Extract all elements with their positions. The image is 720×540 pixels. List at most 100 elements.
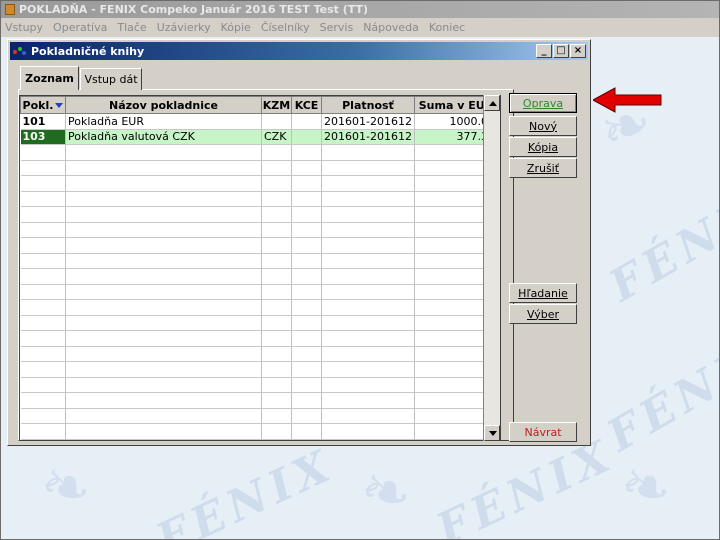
empty-cell	[291, 299, 322, 316]
empty-cell	[321, 377, 415, 393]
empty-cell	[261, 191, 292, 207]
table-row-empty[interactable]	[20, 392, 498, 409]
table-row-empty[interactable]	[20, 175, 498, 192]
empty-cell	[261, 268, 292, 285]
empty-cell	[65, 175, 262, 192]
cell-kce	[291, 113, 322, 130]
empty-cell	[20, 206, 66, 223]
arrow-down-icon	[489, 431, 497, 436]
menu-koniec[interactable]: Koniec	[429, 21, 465, 34]
empty-cell	[65, 237, 262, 254]
table-row-empty[interactable]	[20, 144, 498, 161]
table-row-empty[interactable]	[20, 346, 498, 362]
empty-cell	[20, 253, 66, 269]
column-header-platnost[interactable]: Platnosť	[321, 96, 415, 114]
empty-cell	[261, 361, 292, 378]
empty-cell	[65, 330, 262, 347]
select-button[interactable]: Výber	[509, 304, 577, 324]
app-icon	[5, 4, 15, 15]
window-title-bar[interactable]: Pokladničné knihy _ □ ×	[10, 42, 588, 60]
column-header-pokl[interactable]: Pokl.	[20, 96, 66, 114]
table-row-empty[interactable]	[20, 315, 498, 331]
application-window: POKLADŇA - FENIX Compeko Január 2016 TES…	[0, 0, 720, 540]
empty-cell	[291, 330, 322, 347]
menu-tlace[interactable]: Tlače	[117, 21, 146, 34]
empty-cell	[291, 377, 322, 393]
fenix-logo-icon: ❧	[352, 451, 420, 533]
restore-button[interactable]: □	[553, 44, 569, 58]
empty-cell	[65, 160, 262, 176]
table-row-empty[interactable]	[20, 330, 498, 347]
empty-cell	[291, 346, 322, 362]
empty-cell	[65, 423, 262, 440]
new-button[interactable]: Nový	[509, 116, 577, 136]
menu-vstupy[interactable]: Vstupy	[5, 21, 43, 34]
menu-operativa[interactable]: Operatíva	[53, 21, 107, 34]
empty-cell	[65, 361, 262, 378]
column-header-kzm[interactable]: KZM	[261, 96, 292, 114]
empty-cell	[65, 144, 262, 161]
table-row[interactable]: 101 Pokladňa EUR 201601-201612 1000.00	[20, 113, 498, 130]
empty-cell	[20, 299, 66, 316]
tab-zoznam[interactable]: Zoznam	[20, 66, 79, 90]
empty-cell	[65, 408, 262, 424]
scroll-down-button[interactable]	[484, 425, 500, 441]
empty-cell	[65, 222, 262, 238]
empty-cell	[291, 423, 322, 440]
cell-nazov: Pokladňa valutová CZK	[65, 129, 262, 145]
cell-pokl: 101	[20, 113, 66, 130]
table-row-empty[interactable]	[20, 361, 498, 378]
menu-servis[interactable]: Servis	[320, 21, 354, 34]
empty-cell	[321, 175, 415, 192]
table-row-empty[interactable]	[20, 237, 498, 254]
return-button[interactable]: Návrat	[509, 422, 577, 442]
empty-cell	[20, 408, 66, 424]
cash-books-grid[interactable]: Pokl. Názov pokladnice KZM KCE Platnosť …	[19, 95, 501, 441]
edit-button[interactable]: Oprava	[509, 93, 577, 113]
empty-cell	[261, 299, 292, 316]
table-row-empty[interactable]	[20, 299, 498, 316]
empty-cell	[321, 268, 415, 285]
empty-cell	[261, 315, 292, 331]
empty-cell	[291, 392, 322, 409]
table-row-empty[interactable]	[20, 160, 498, 176]
empty-cell	[20, 268, 66, 285]
cell-nazov: Pokladňa EUR	[65, 113, 262, 130]
scroll-up-button[interactable]	[484, 95, 500, 111]
empty-cell	[261, 206, 292, 223]
empty-cell	[20, 237, 66, 254]
table-row-empty[interactable]	[20, 222, 498, 238]
tab-vstup-dat[interactable]: Vstup dát	[80, 68, 142, 90]
empty-cell	[291, 237, 322, 254]
column-header-kce[interactable]: KCE	[291, 96, 322, 114]
empty-cell	[321, 253, 415, 269]
table-row-empty[interactable]	[20, 284, 498, 300]
empty-cell	[20, 175, 66, 192]
empty-cell	[20, 392, 66, 409]
menu-napoveda[interactable]: Nápoveda	[363, 21, 419, 34]
cancel-button[interactable]: Zrušiť	[509, 158, 577, 178]
table-row-empty[interactable]	[20, 206, 498, 223]
empty-cell	[65, 268, 262, 285]
menu-uzavierky[interactable]: Uzávierky	[157, 21, 211, 34]
menu-kopie[interactable]: Kópie	[221, 21, 251, 34]
menu-ciselniky[interactable]: Číselníky	[261, 21, 310, 34]
empty-cell	[321, 361, 415, 378]
column-header-nazov[interactable]: Názov pokladnice	[65, 96, 262, 114]
search-button[interactable]: Hľadanie	[509, 283, 577, 303]
grid-vertical-scrollbar[interactable]	[483, 95, 500, 441]
red-arrow-icon	[593, 87, 662, 113]
minimize-button[interactable]: _	[536, 44, 552, 58]
empty-cell	[291, 222, 322, 238]
table-row-empty[interactable]	[20, 191, 498, 207]
table-row-empty[interactable]	[20, 253, 498, 269]
app-title-bar: POKLADŇA - FENIX Compeko Január 2016 TES…	[1, 1, 719, 18]
table-row-empty[interactable]	[20, 268, 498, 285]
copy-button[interactable]: Kópia	[509, 137, 577, 157]
table-row-empty[interactable]	[20, 377, 498, 393]
table-row-selected[interactable]: 103 Pokladňa valutová CZK CZK 201601-201…	[20, 129, 498, 145]
close-button[interactable]: ×	[570, 44, 586, 58]
watermark-text: FÉNIX	[600, 172, 720, 313]
table-row-empty[interactable]	[20, 423, 498, 440]
table-row-empty[interactable]	[20, 408, 498, 424]
